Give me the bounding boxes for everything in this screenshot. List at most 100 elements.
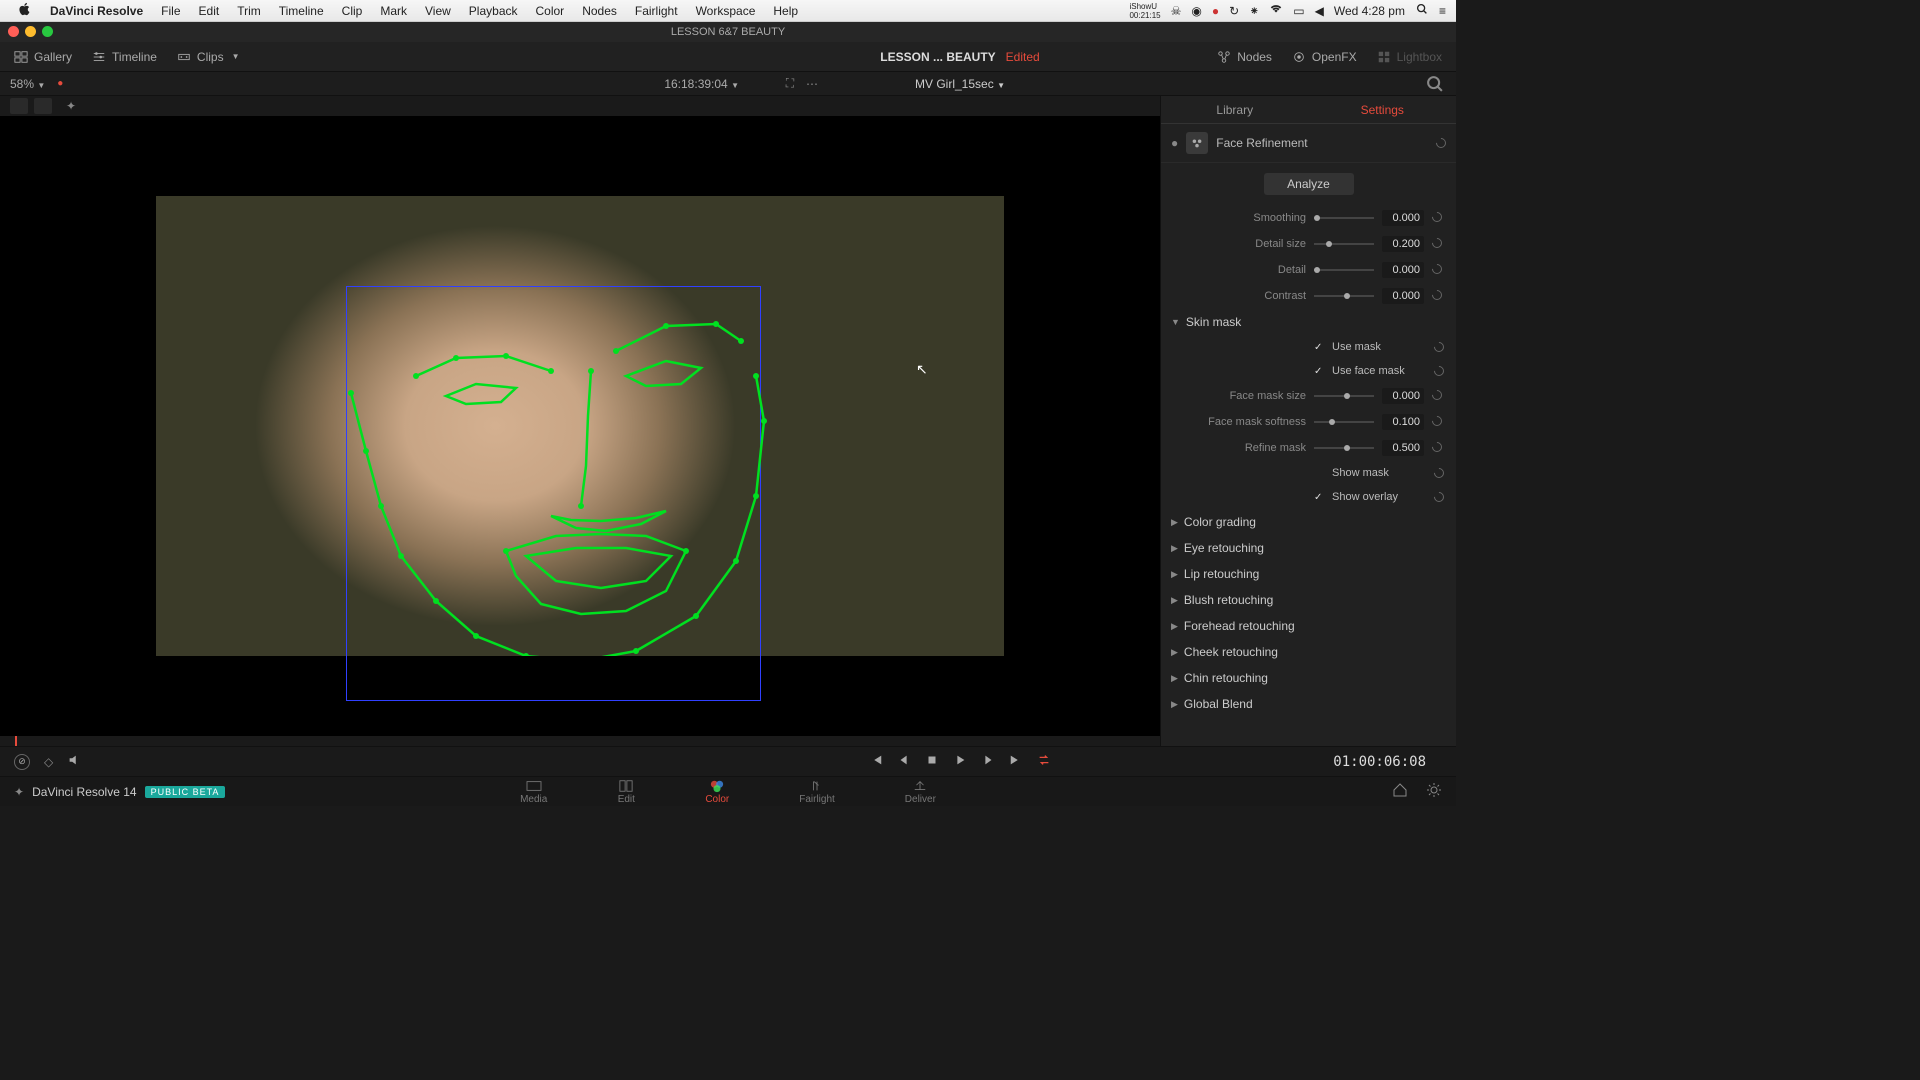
menubar-display-icon[interactable]: ▭ bbox=[1293, 4, 1304, 18]
viewer-mode-1-icon[interactable] bbox=[10, 98, 28, 114]
detail-size-reset-icon[interactable] bbox=[1432, 238, 1444, 250]
gallery-button[interactable]: Gallery bbox=[14, 50, 72, 64]
menu-color[interactable]: Color bbox=[528, 2, 573, 20]
detail-reset-icon[interactable] bbox=[1432, 264, 1444, 276]
section-blush-retouching[interactable]: ▶Blush retouching bbox=[1161, 587, 1456, 613]
smoothing-reset-icon[interactable] bbox=[1432, 212, 1444, 224]
fx-reset-icon[interactable] bbox=[1436, 138, 1446, 148]
nav-fairlight[interactable]: Fairlight bbox=[799, 779, 835, 805]
detail-size-slider[interactable] bbox=[1314, 243, 1374, 245]
face-mask-softness-value[interactable]: 0.100 bbox=[1382, 414, 1424, 430]
menubar-skull-icon[interactable]: ☠ bbox=[1171, 4, 1182, 18]
timeline-button[interactable]: Timeline bbox=[92, 50, 157, 64]
clip-name[interactable]: MV Girl_15sec ▼ bbox=[915, 77, 1005, 91]
menu-workspace[interactable]: Workspace bbox=[688, 2, 764, 20]
tab-settings[interactable]: Settings bbox=[1309, 96, 1457, 123]
home-icon[interactable] bbox=[1392, 782, 1408, 801]
smoothing-slider[interactable] bbox=[1314, 217, 1374, 219]
grab-still-icon[interactable]: ◇ bbox=[44, 755, 53, 769]
bypass-color-icon[interactable]: ⊘ bbox=[14, 754, 30, 770]
settings-gear-icon[interactable] bbox=[1426, 782, 1442, 801]
go-first-icon[interactable] bbox=[869, 753, 883, 770]
nav-edit[interactable]: Edit bbox=[617, 779, 635, 805]
search-icon[interactable] bbox=[1424, 75, 1446, 93]
section-chin-retouching[interactable]: ▶Chin retouching bbox=[1161, 665, 1456, 691]
menubar-volume-icon[interactable]: ◀ bbox=[1315, 4, 1324, 18]
contrast-value[interactable]: 0.000 bbox=[1382, 288, 1424, 304]
menubar-bluetooth-icon[interactable]: ⁕ bbox=[1249, 4, 1259, 18]
step-fwd-icon[interactable] bbox=[981, 753, 995, 770]
use-face-mask-reset-icon[interactable] bbox=[1434, 366, 1444, 376]
nav-media[interactable]: Media bbox=[520, 779, 547, 805]
show-overlay-checkbox[interactable]: ✓ bbox=[1314, 492, 1326, 503]
menu-mark[interactable]: Mark bbox=[372, 2, 415, 20]
expand-viewer-icon[interactable]: ⛶ bbox=[779, 75, 801, 93]
menubar-recorder[interactable]: iShowU00:21:15 bbox=[1129, 2, 1160, 20]
magic-wand-icon[interactable]: ✦ bbox=[66, 99, 76, 113]
section-forehead-retouching[interactable]: ▶Forehead retouching bbox=[1161, 613, 1456, 639]
menubar-record-icon[interactable]: ● bbox=[1212, 4, 1219, 18]
playhead-icon[interactable] bbox=[15, 736, 17, 746]
mute-icon[interactable] bbox=[67, 753, 81, 770]
contrast-slider[interactable] bbox=[1314, 295, 1374, 297]
nodes-button[interactable]: Nodes bbox=[1217, 50, 1272, 64]
viewer-options-icon[interactable]: ⋯ bbox=[801, 75, 823, 93]
menu-nodes[interactable]: Nodes bbox=[574, 2, 625, 20]
face-mask-softness-slider[interactable] bbox=[1314, 421, 1374, 423]
menubar-dot-icon[interactable]: ◉ bbox=[1191, 4, 1201, 18]
face-mask-size-value[interactable]: 0.000 bbox=[1382, 388, 1424, 404]
app-name[interactable]: DaVinci Resolve bbox=[42, 2, 151, 20]
section-eye-retouching[interactable]: ▶Eye retouching bbox=[1161, 535, 1456, 561]
go-last-icon[interactable] bbox=[1009, 753, 1023, 770]
detail-size-value[interactable]: 0.200 bbox=[1382, 236, 1424, 252]
section-global-blend[interactable]: ▶Global Blend bbox=[1161, 691, 1456, 717]
source-timecode[interactable]: 16:18:39:04 ▼ bbox=[664, 77, 739, 91]
menubar-clock[interactable]: Wed 4:28 pm bbox=[1334, 4, 1405, 18]
minimize-window-button[interactable] bbox=[25, 26, 36, 37]
menubar-hamburger-icon[interactable]: ≡ bbox=[1439, 4, 1446, 18]
show-mask-reset-icon[interactable] bbox=[1434, 468, 1444, 478]
section-color-grading[interactable]: ▶Color grading bbox=[1161, 509, 1456, 535]
section-cheek-retouching[interactable]: ▶Cheek retouching bbox=[1161, 639, 1456, 665]
detail-value[interactable]: 0.000 bbox=[1382, 262, 1424, 278]
apple-menu-icon[interactable] bbox=[10, 0, 40, 21]
openfx-button[interactable]: OpenFX bbox=[1292, 50, 1357, 64]
refine-mask-value[interactable]: 0.500 bbox=[1382, 440, 1424, 456]
menu-fairlight[interactable]: Fairlight bbox=[627, 2, 686, 20]
menu-help[interactable]: Help bbox=[765, 2, 806, 20]
face-mask-size-reset-icon[interactable] bbox=[1432, 390, 1444, 402]
menubar-wifi-icon[interactable] bbox=[1269, 2, 1283, 19]
tab-library[interactable]: Library bbox=[1161, 96, 1309, 123]
viewer-mode-2-icon[interactable] bbox=[34, 98, 52, 114]
section-lip-retouching[interactable]: ▶Lip retouching bbox=[1161, 561, 1456, 587]
nav-color[interactable]: Color bbox=[705, 779, 729, 805]
menu-clip[interactable]: Clip bbox=[334, 2, 371, 20]
nav-deliver[interactable]: Deliver bbox=[905, 779, 936, 805]
lightbox-button[interactable]: Lightbox bbox=[1377, 50, 1442, 64]
analyze-button[interactable]: Analyze bbox=[1264, 173, 1354, 195]
section-skin-mask[interactable]: ▼Skin mask bbox=[1161, 309, 1456, 335]
stop-icon[interactable] bbox=[925, 753, 939, 770]
show-overlay-reset-icon[interactable] bbox=[1434, 492, 1444, 502]
refine-mask-reset-icon[interactable] bbox=[1432, 442, 1444, 454]
contrast-reset-icon[interactable] bbox=[1432, 290, 1444, 302]
mini-timeline[interactable] bbox=[0, 736, 1160, 746]
menu-playback[interactable]: Playback bbox=[461, 2, 526, 20]
menu-file[interactable]: File bbox=[153, 2, 188, 20]
fx-enable-dot[interactable]: ● bbox=[1171, 136, 1178, 150]
close-window-button[interactable] bbox=[8, 26, 19, 37]
loop-icon[interactable] bbox=[1037, 753, 1051, 770]
menubar-clock-icon[interactable]: ↻ bbox=[1229, 4, 1239, 18]
menu-view[interactable]: View bbox=[417, 2, 459, 20]
face-mask-softness-reset-icon[interactable] bbox=[1432, 416, 1444, 428]
refine-mask-slider[interactable] bbox=[1314, 447, 1374, 449]
detail-slider[interactable] bbox=[1314, 269, 1374, 271]
fullscreen-window-button[interactable] bbox=[42, 26, 53, 37]
menu-timeline[interactable]: Timeline bbox=[271, 2, 332, 20]
zoom-level[interactable]: 58% ▼ bbox=[10, 77, 45, 91]
use-mask-checkbox[interactable]: ✓ bbox=[1314, 342, 1326, 353]
menubar-spotlight-icon[interactable] bbox=[1415, 2, 1429, 19]
viewer[interactable]: ↖ bbox=[0, 116, 1160, 736]
step-back-icon[interactable] bbox=[897, 753, 911, 770]
face-mask-size-slider[interactable] bbox=[1314, 395, 1374, 397]
